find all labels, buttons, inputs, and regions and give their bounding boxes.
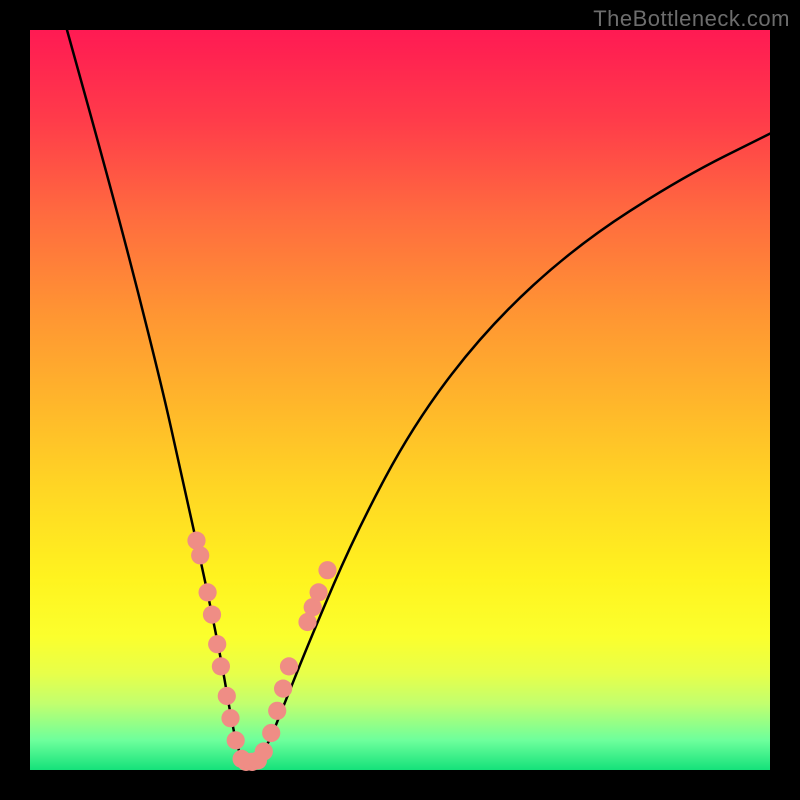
left-dots — [203, 606, 221, 624]
watermark-text: TheBottleneck.com — [593, 6, 790, 32]
right-dots — [280, 657, 298, 675]
bottleneck-curve — [67, 30, 770, 763]
left-dots — [227, 731, 245, 749]
curve-markers — [187, 532, 336, 772]
plot-area — [30, 30, 770, 770]
left-dots — [218, 687, 236, 705]
left-dots — [212, 657, 230, 675]
right-dots — [310, 583, 328, 601]
left-dots — [221, 709, 239, 727]
left-dots — [191, 546, 209, 564]
left-dots — [208, 635, 226, 653]
right-dots — [318, 561, 336, 579]
right-dots — [255, 742, 273, 760]
chart-frame: TheBottleneck.com — [0, 0, 800, 800]
right-dots — [268, 702, 286, 720]
left-dots — [199, 583, 217, 601]
curve-layer — [30, 30, 770, 770]
right-dots — [274, 680, 292, 698]
right-dots — [262, 724, 280, 742]
